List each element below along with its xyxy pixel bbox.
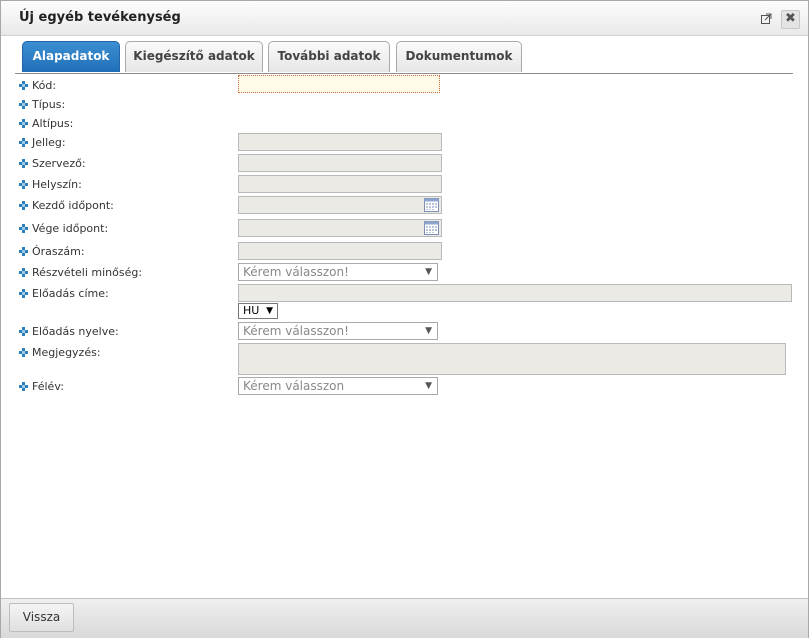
kezdo-idopont-input[interactable] [238,196,442,214]
dropdown-arrow-icon: ▼ [425,267,432,277]
eloadas-cime-input[interactable] [238,284,792,302]
field-label-tipus: Típus: [19,98,65,111]
field-label-vege-idopont: Vége időpont: [19,222,108,235]
bullet-icon [19,247,28,256]
field-label-megjegyzes: Megjegyzés: [19,346,101,359]
bullet-icon [19,268,28,277]
tab-bar: Alapadatok Kiegészítő adatok További ada… [1,41,808,74]
bullet-icon [19,382,28,391]
bullet-icon [19,201,28,210]
field-label-kezdo-idopont: Kezdő időpont: [19,199,114,212]
bullet-icon [19,159,28,168]
dropdown-arrow-icon: ▼ [425,326,432,336]
bullet-icon [19,289,28,298]
kod-input[interactable] [238,75,440,93]
field-label-eloadas-cime: Előadás címe: [19,287,109,300]
eloadas-nyelve-select[interactable]: Kérem válasszon! ▼ [238,322,438,340]
calendar-icon[interactable] [424,221,439,235]
bullet-icon [19,180,28,189]
footer-bar: Vissza [1,598,808,638]
field-label-felev: Félév: [19,380,64,393]
oraszam-input[interactable] [238,242,442,260]
bullet-icon [19,138,28,147]
external-link-icon[interactable] [761,13,772,24]
back-button[interactable]: Vissza [9,603,74,632]
tab-tovabbi-adatok[interactable]: További adatok [268,41,390,72]
dialog: Új egyéb tevékenység ✖ Alapadatok Kiegés… [0,0,809,638]
title-bar: Új egyéb tevékenység ✖ [1,1,808,36]
dropdown-arrow-icon: ▼ [425,381,432,391]
reszveteli-minoseg-select[interactable]: Kérem válasszon! ▼ [238,263,438,281]
close-button[interactable]: ✖ [781,10,800,29]
tab-kiegeszito-adatok[interactable]: Kiegészítő adatok [125,41,263,72]
language-value: HU [243,304,260,317]
dropdown-arrow-icon: ▼ [266,306,273,316]
bullet-icon [19,327,28,336]
field-label-altipus: Altípus: [19,117,73,130]
bullet-icon [19,81,28,90]
dialog-title: Új egyéb tevékenység [19,10,181,25]
field-label-eloadas-nyelve: Előadás nyelve: [19,325,119,338]
felev-select[interactable]: Kérem válasszon ▼ [238,377,438,395]
field-label-helyszin: Helyszín: [19,178,82,191]
bullet-icon [19,100,28,109]
tab-divider [15,73,793,74]
calendar-icon[interactable] [424,198,439,212]
bullet-icon [19,348,28,357]
vege-idopont-input[interactable] [238,219,442,237]
field-label-kod: Kód: [19,79,56,92]
helyszin-input[interactable] [238,175,442,193]
select-value: Kérem válasszon! [243,265,349,279]
field-label-oraszam: Óraszám: [19,245,85,258]
tab-alapadatok[interactable]: Alapadatok [22,41,120,72]
field-label-reszveteli-minoseg: Részvételi minőség: [19,266,142,279]
field-label-jelleg: Jelleg: [19,136,66,149]
szervezo-input[interactable] [238,154,442,172]
megjegyzes-textarea[interactable] [238,343,786,375]
select-value: Kérem válasszon! [243,324,349,338]
close-icon: ✖ [785,11,796,26]
bullet-icon [19,119,28,128]
tab-dokumentumok[interactable]: Dokumentumok [396,41,522,72]
language-select[interactable]: HU ▼ [238,303,278,319]
select-value: Kérem válasszon [243,379,345,393]
jelleg-input[interactable] [238,133,442,151]
field-label-szervezo: Szervező: [19,157,86,170]
bullet-icon [19,224,28,233]
